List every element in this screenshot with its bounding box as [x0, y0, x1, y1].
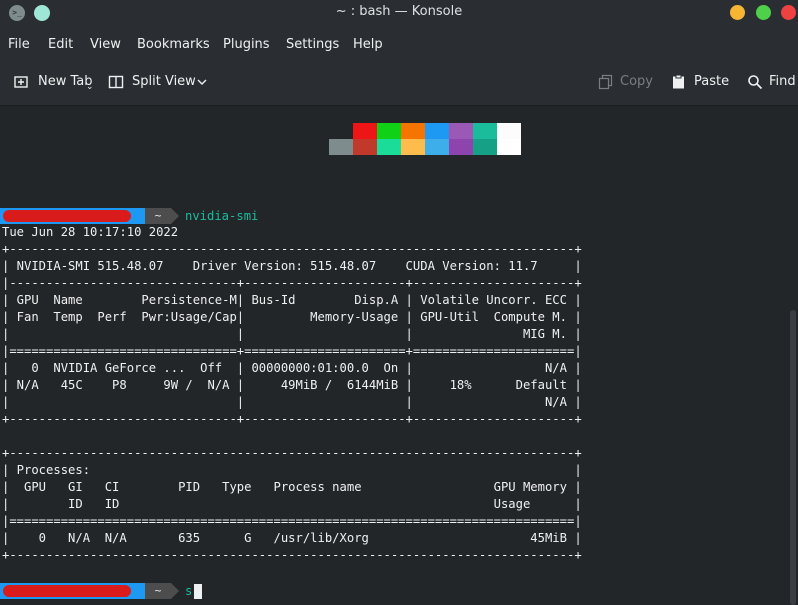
palette-swatch — [497, 123, 521, 139]
prompt-user-host — [0, 208, 148, 224]
new-tab-label: New Tab — [38, 74, 93, 89]
prompt-separator — [132, 583, 140, 599]
text-cursor — [194, 584, 202, 599]
output-line: +---------------------------------------… — [2, 548, 582, 562]
prompt-directory: ~ — [145, 583, 171, 599]
menu-bookmarks[interactable]: Bookmarks — [137, 37, 210, 52]
chevron-down-icon: ⌄ — [86, 82, 94, 92]
palette-swatch — [449, 139, 473, 155]
prompt-directory: ~ — [145, 208, 171, 224]
output-line: | | | N/A | — [2, 395, 582, 409]
scrollbar[interactable] — [790, 310, 796, 605]
maximize-button[interactable] — [756, 5, 771, 20]
palette-swatch — [497, 139, 521, 155]
menu-view[interactable]: View — [90, 37, 121, 52]
output-line: | GPU Name Persistence-M| Bus-Id Disp.A … — [2, 293, 582, 307]
menu-edit[interactable]: Edit — [48, 37, 73, 52]
command-input[interactable]: s — [185, 583, 192, 599]
copy-label: Copy — [620, 74, 653, 89]
output-line: | GPU GI CI PID Type Process name GPU Me… — [2, 480, 582, 494]
window-title: ~ : bash — Konsole — [335, 4, 463, 19]
prompt-user-host — [0, 583, 148, 599]
output-line: +---------------------------------------… — [2, 242, 582, 256]
output-line: | ID ID Usage | — [2, 497, 582, 511]
output-line: +-------------------------------+-------… — [2, 412, 582, 426]
prompt-separator — [171, 583, 179, 599]
palette-swatch — [473, 139, 497, 155]
menu-help[interactable]: Help — [353, 37, 383, 52]
menu-plugins[interactable]: Plugins — [223, 37, 270, 52]
output-line: | 0 N/A N/A 635 G /usr/lib/Xorg 45MiB | — [2, 531, 582, 545]
output-line: | N/A 45C P8 9W / N/A | 49MiB / 6144MiB … — [2, 378, 582, 392]
redaction-scribble — [3, 585, 131, 597]
palette-swatch — [473, 123, 497, 139]
menu-file[interactable]: File — [8, 37, 30, 52]
palette-swatch — [401, 139, 425, 155]
close-button[interactable] — [781, 5, 796, 20]
title-bar: >_ ~ : bash — Konsole — [0, 0, 798, 26]
output-line: | Fan Temp Perf Pwr:Usage/Cap| Memory-Us… — [2, 310, 582, 324]
find-label: Find — [769, 74, 796, 89]
output-line: +---------------------------------------… — [2, 446, 582, 460]
output-line: | NVIDIA-SMI 515.48.07 Driver Version: 5… — [2, 259, 582, 273]
palette-swatch — [353, 123, 377, 139]
output-line: | Processes: | — [2, 463, 582, 477]
prompt-separator — [132, 208, 140, 224]
output-line: |=======================================… — [2, 514, 582, 528]
output-line: |-------------------------------+-------… — [2, 276, 582, 290]
menu-bar: File Edit View Bookmarks Plugins Setting… — [0, 26, 798, 60]
palette-swatch — [449, 123, 473, 139]
output-line: | 0 NVIDIA GeForce ... Off | 00000000:01… — [2, 361, 582, 375]
palette-swatch — [425, 123, 449, 139]
split-view-icon — [108, 75, 124, 89]
new-tab-icon — [14, 76, 28, 88]
search-icon — [748, 75, 763, 90]
prompt-separator — [171, 208, 179, 224]
palette-swatch — [377, 139, 401, 155]
chevron-down-icon — [197, 79, 207, 85]
terminal-view[interactable]: ~ nvidia-smi Tue Jun 28 10:17:10 2022 +--… — [0, 106, 798, 605]
toolbar: New Tab ⌄ Split View Copy Paste Find — [0, 60, 798, 106]
palette-swatch — [377, 123, 401, 139]
palette-swatch — [329, 139, 353, 155]
paste-label: Paste — [694, 74, 730, 89]
command-text: nvidia-smi — [185, 209, 259, 223]
minimize-button[interactable] — [730, 5, 745, 20]
redaction-scribble — [3, 210, 131, 222]
paste-icon — [673, 74, 684, 89]
palette-swatch — [401, 123, 425, 139]
palette-swatch — [425, 139, 449, 155]
output-line: |===============================+=======… — [2, 344, 582, 358]
split-view-label: Split View — [132, 74, 196, 89]
copy-icon — [598, 74, 613, 90]
menu-settings[interactable]: Settings — [286, 37, 339, 52]
palette-swatch — [353, 139, 377, 155]
output-line: Tue Jun 28 10:17:10 2022 — [2, 225, 179, 239]
output-line: | | | MIG M. | — [2, 327, 582, 341]
